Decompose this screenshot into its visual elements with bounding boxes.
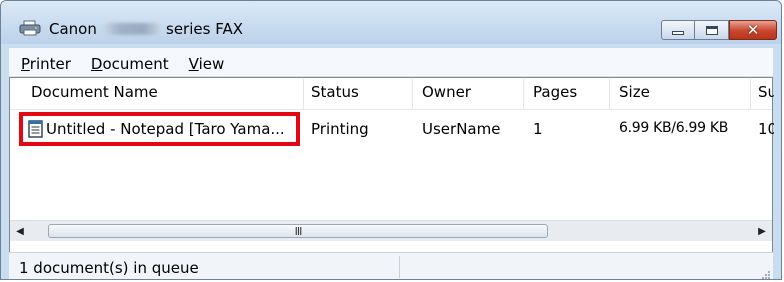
horizontal-scrollbar[interactable]: ◀ III ▶ xyxy=(10,220,772,241)
status-bar: 1 document(s) in queue xyxy=(9,252,773,280)
row-submitted: 10: xyxy=(758,120,774,138)
size-grip-icon[interactable] xyxy=(761,270,771,280)
minimize-button[interactable] xyxy=(661,20,695,40)
column-header-status[interactable]: Status xyxy=(311,83,406,107)
menu-bar: Printer Document View xyxy=(21,55,773,77)
column-header-document-name[interactable]: Document Name xyxy=(31,83,301,107)
window-title-suffix: series FAX xyxy=(166,20,243,38)
scroll-right-icon[interactable]: ▶ xyxy=(752,221,772,241)
title-bar[interactable]: Canon series FAX ✕ xyxy=(1,1,781,44)
column-divider[interactable] xyxy=(609,79,610,109)
close-button[interactable]: ✕ xyxy=(729,20,777,40)
column-divider[interactable] xyxy=(750,79,751,109)
column-divider[interactable] xyxy=(523,79,524,109)
column-divider[interactable] xyxy=(412,79,413,109)
maximize-button[interactable] xyxy=(695,20,729,40)
status-text: 1 document(s) in queue xyxy=(19,259,199,277)
row-owner: UserName xyxy=(422,120,501,138)
row-pages: 1 xyxy=(533,120,543,138)
column-header-size[interactable]: Size xyxy=(619,83,744,107)
column-header-submitted[interactable]: Sul xyxy=(758,83,774,107)
scrollbar-thumb[interactable]: III xyxy=(48,224,548,238)
column-header-owner[interactable]: Owner xyxy=(422,83,517,107)
menu-printer[interactable]: Printer xyxy=(21,55,71,77)
scroll-left-icon[interactable]: ◀ xyxy=(10,221,30,241)
redacted-model-name xyxy=(103,23,161,35)
thumb-grip: III xyxy=(294,224,303,238)
column-header-pages[interactable]: Pages xyxy=(533,83,603,107)
row-status: Printing xyxy=(311,120,369,138)
row-size: 6.99 KB/6.99 KB xyxy=(619,120,729,136)
column-divider[interactable] xyxy=(303,79,304,109)
printer-fax-icon xyxy=(19,20,41,36)
header-divider xyxy=(10,109,772,110)
close-icon: ✕ xyxy=(746,20,760,39)
menu-view[interactable]: View xyxy=(189,55,225,77)
highlight-box xyxy=(19,112,300,146)
menu-document[interactable]: Document xyxy=(91,55,169,77)
window-title-prefix: Canon xyxy=(49,20,97,38)
maximize-icon xyxy=(705,25,718,35)
print-queue-window: Canon series FAX ✕ Printer Document View… xyxy=(0,0,782,280)
status-divider xyxy=(399,256,400,278)
minimize-icon xyxy=(672,31,684,35)
